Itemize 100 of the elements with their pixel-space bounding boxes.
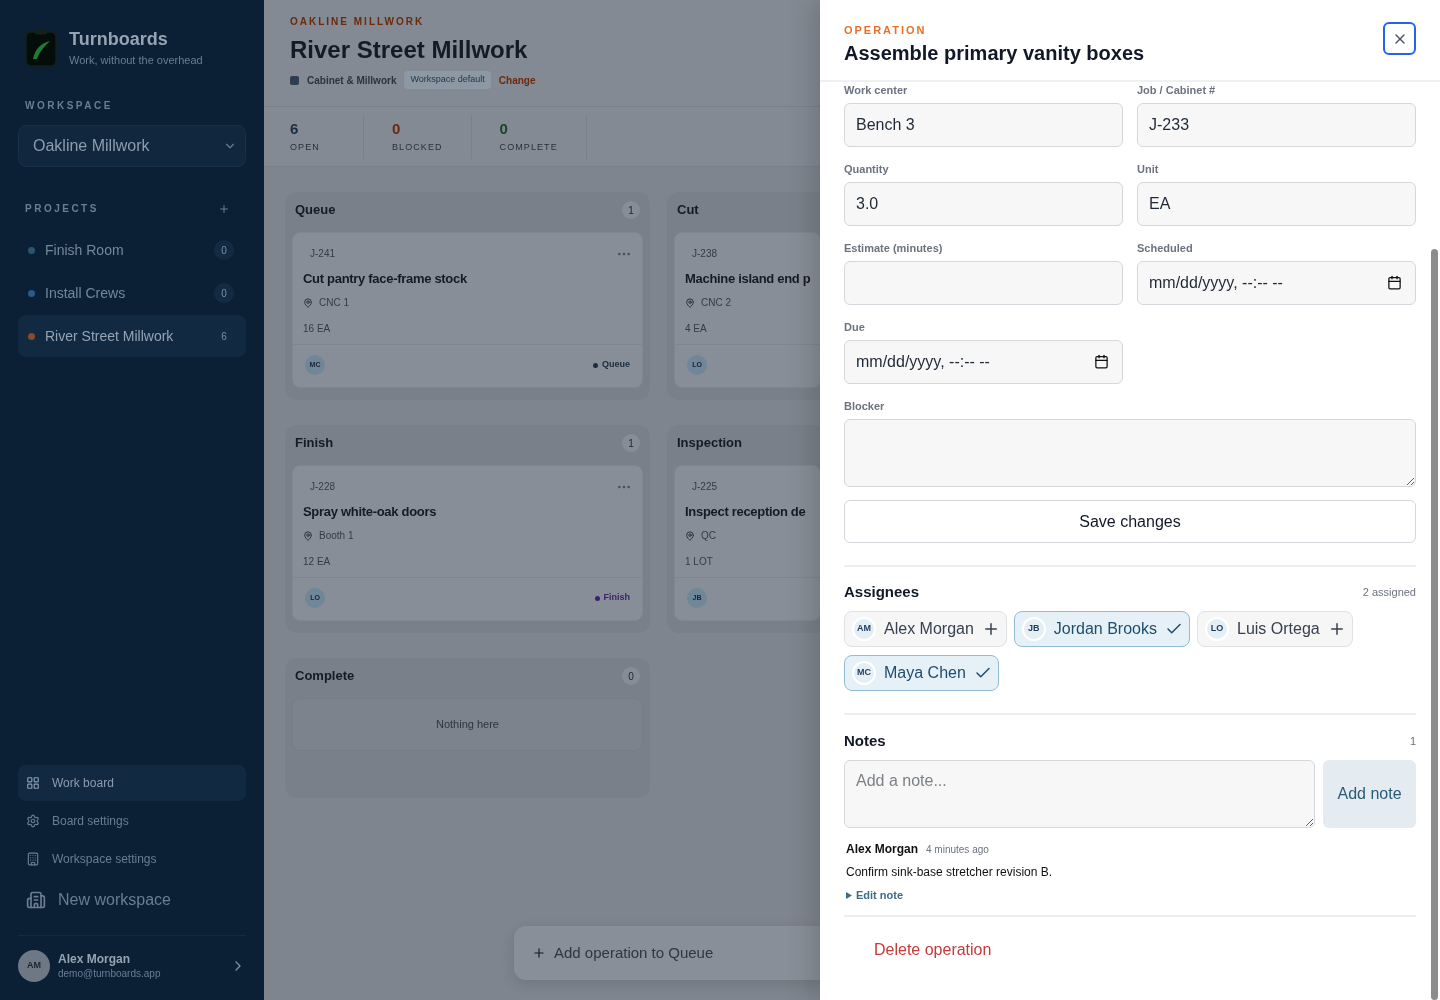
page-title: River Street Millwork (290, 36, 528, 64)
column-title: Cut (677, 201, 699, 220)
datetime-field[interactable]: mm/dd/yyyy, --:-- -- (1137, 261, 1416, 305)
stat-label: OPEN (290, 142, 320, 153)
nav-item[interactable]: Work board (18, 765, 246, 801)
card-location: CNC 2 (701, 296, 731, 310)
stat-value: 6 (290, 120, 299, 138)
card-location: QC (701, 529, 716, 543)
card-quantity: 4 EA (685, 322, 707, 336)
location-pin-icon (303, 531, 313, 541)
job-tag: J-238 (685, 247, 724, 261)
notes-count: 1 (1409, 733, 1416, 749)
nav-item[interactable]: New workspace (18, 879, 246, 921)
job-tag: J-225 (685, 480, 724, 494)
template-name: Cabinet & Millwork (307, 73, 397, 88)
count-badge: 0 (214, 240, 234, 260)
text-field[interactable]: EA (1137, 182, 1416, 226)
note-author: Alex Morgan (846, 841, 918, 857)
count-badge: 0 (214, 283, 234, 303)
text-field[interactable]: J-233 (1137, 103, 1416, 147)
text-field[interactable]: Bench 3 (844, 103, 1123, 147)
add-icon[interactable] (218, 203, 230, 215)
card-title: Cut pantry face-frame stock (303, 271, 467, 287)
nav-item[interactable]: Board settings (18, 803, 246, 839)
card-location: Booth 1 (319, 529, 354, 543)
delete-button[interactable]: Delete operation (844, 930, 1022, 970)
job-tag: J-241 (303, 247, 342, 261)
card-quantity: 16 EA (303, 322, 331, 336)
count-badge: 1 (622, 434, 640, 452)
close-button[interactable] (1383, 22, 1416, 55)
scrollbar-thumb[interactable] (1431, 249, 1438, 1000)
calendar-icon[interactable] (1387, 275, 1402, 290)
assignee-chip[interactable]: JB Jordan Brooks (1013, 611, 1190, 647)
nav-item[interactable]: Workspace settings (18, 841, 246, 877)
field-label: Blocker (844, 399, 885, 413)
location-pin-icon (685, 531, 695, 541)
project-item[interactable]: Install Crews 0 (18, 272, 246, 314)
panel-title: Assemble primary vanity boxes (844, 41, 1145, 66)
plus-icon (532, 946, 546, 960)
assignee-chip[interactable]: LO Luis Ortega (1197, 611, 1353, 647)
field-label: Due (844, 320, 865, 334)
stat-value: 0 (499, 120, 508, 138)
text-field[interactable] (844, 261, 1123, 305)
location-pin-icon (685, 298, 695, 308)
eyebrow: OPERATION (844, 23, 927, 37)
template-icon (290, 75, 299, 85)
textarea-field[interactable] (844, 419, 1416, 487)
stat-value: 0 (392, 120, 401, 138)
user-avatar: AM (18, 950, 50, 982)
buildings-icon (26, 890, 46, 910)
assignee-avatar: AM (852, 617, 876, 641)
building-icon (26, 852, 40, 866)
edit-note-toggle[interactable]: Edit note (846, 888, 904, 902)
card-quantity: 12 EA (303, 555, 331, 569)
assignee-avatar: MC (852, 661, 876, 685)
column-title: Complete (295, 667, 355, 686)
calendar-icon[interactable] (1094, 354, 1109, 369)
text-field[interactable]: 3.0 (844, 182, 1123, 226)
workspace-select[interactable]: Oakline Millwork (18, 125, 246, 167)
note-text: Confirm sink-base stretcher revision B. (846, 864, 1053, 880)
project-item[interactable]: Finish Room 0 (18, 229, 246, 271)
card-location: CNC 1 (319, 296, 349, 310)
stat-label: BLOCKED (392, 142, 443, 153)
project-item[interactable]: River Street Millwork 6 (18, 315, 246, 357)
location-pin-icon (303, 298, 313, 308)
stage-label: Queue (602, 358, 630, 372)
brand-name: Turnboards (69, 28, 169, 50)
column-title: Inspection (677, 434, 742, 453)
user-name: Alex Morgan (58, 951, 131, 967)
card-quantity: 1 LOT (685, 555, 713, 569)
add-operation-button[interactable]: Add operation to Queue (514, 926, 820, 980)
section-label: WORKSPACE (25, 100, 113, 112)
assignee-avatar: LO (1205, 617, 1229, 641)
datetime-field[interactable]: mm/dd/yyyy, --:-- -- (844, 340, 1123, 384)
add-note-button[interactable]: Add note (1323, 760, 1416, 828)
change-link[interactable]: Change (498, 72, 536, 88)
section-title: Notes (844, 730, 886, 751)
section-label: PROJECTS (25, 203, 99, 215)
note-field[interactable]: Add a note... (844, 760, 1315, 828)
user-email: demo@turnboards.app (58, 966, 162, 981)
field-label: Scheduled (1137, 241, 1193, 255)
assigned-count: 2 assigned (1362, 584, 1416, 600)
assignee-avatar: JB (1021, 617, 1046, 641)
save-button[interactable]: Save changes (844, 500, 1416, 543)
settings-icon (26, 814, 40, 828)
brand-tagline: Work, without the overhead (69, 53, 203, 68)
assignee-chip[interactable]: AM Alex Morgan (844, 611, 1007, 647)
logo-icon (25, 29, 57, 67)
default-badge: Workspace default (404, 71, 491, 89)
note-time: 4 minutes ago (926, 843, 989, 857)
grid-icon (26, 776, 40, 790)
stat-label: COMPLETE (499, 142, 558, 153)
count-badge: 0 (622, 667, 640, 685)
assignee-chip[interactable]: MC Maya Chen (844, 655, 999, 691)
job-tag: J-228 (303, 480, 342, 494)
column-title: Finish (295, 434, 334, 453)
column-title: Queue (295, 201, 336, 220)
card-title: Spray white-oak doors (303, 504, 437, 520)
section-title: Assignees (844, 581, 920, 602)
stage-label: Finish (603, 591, 630, 605)
